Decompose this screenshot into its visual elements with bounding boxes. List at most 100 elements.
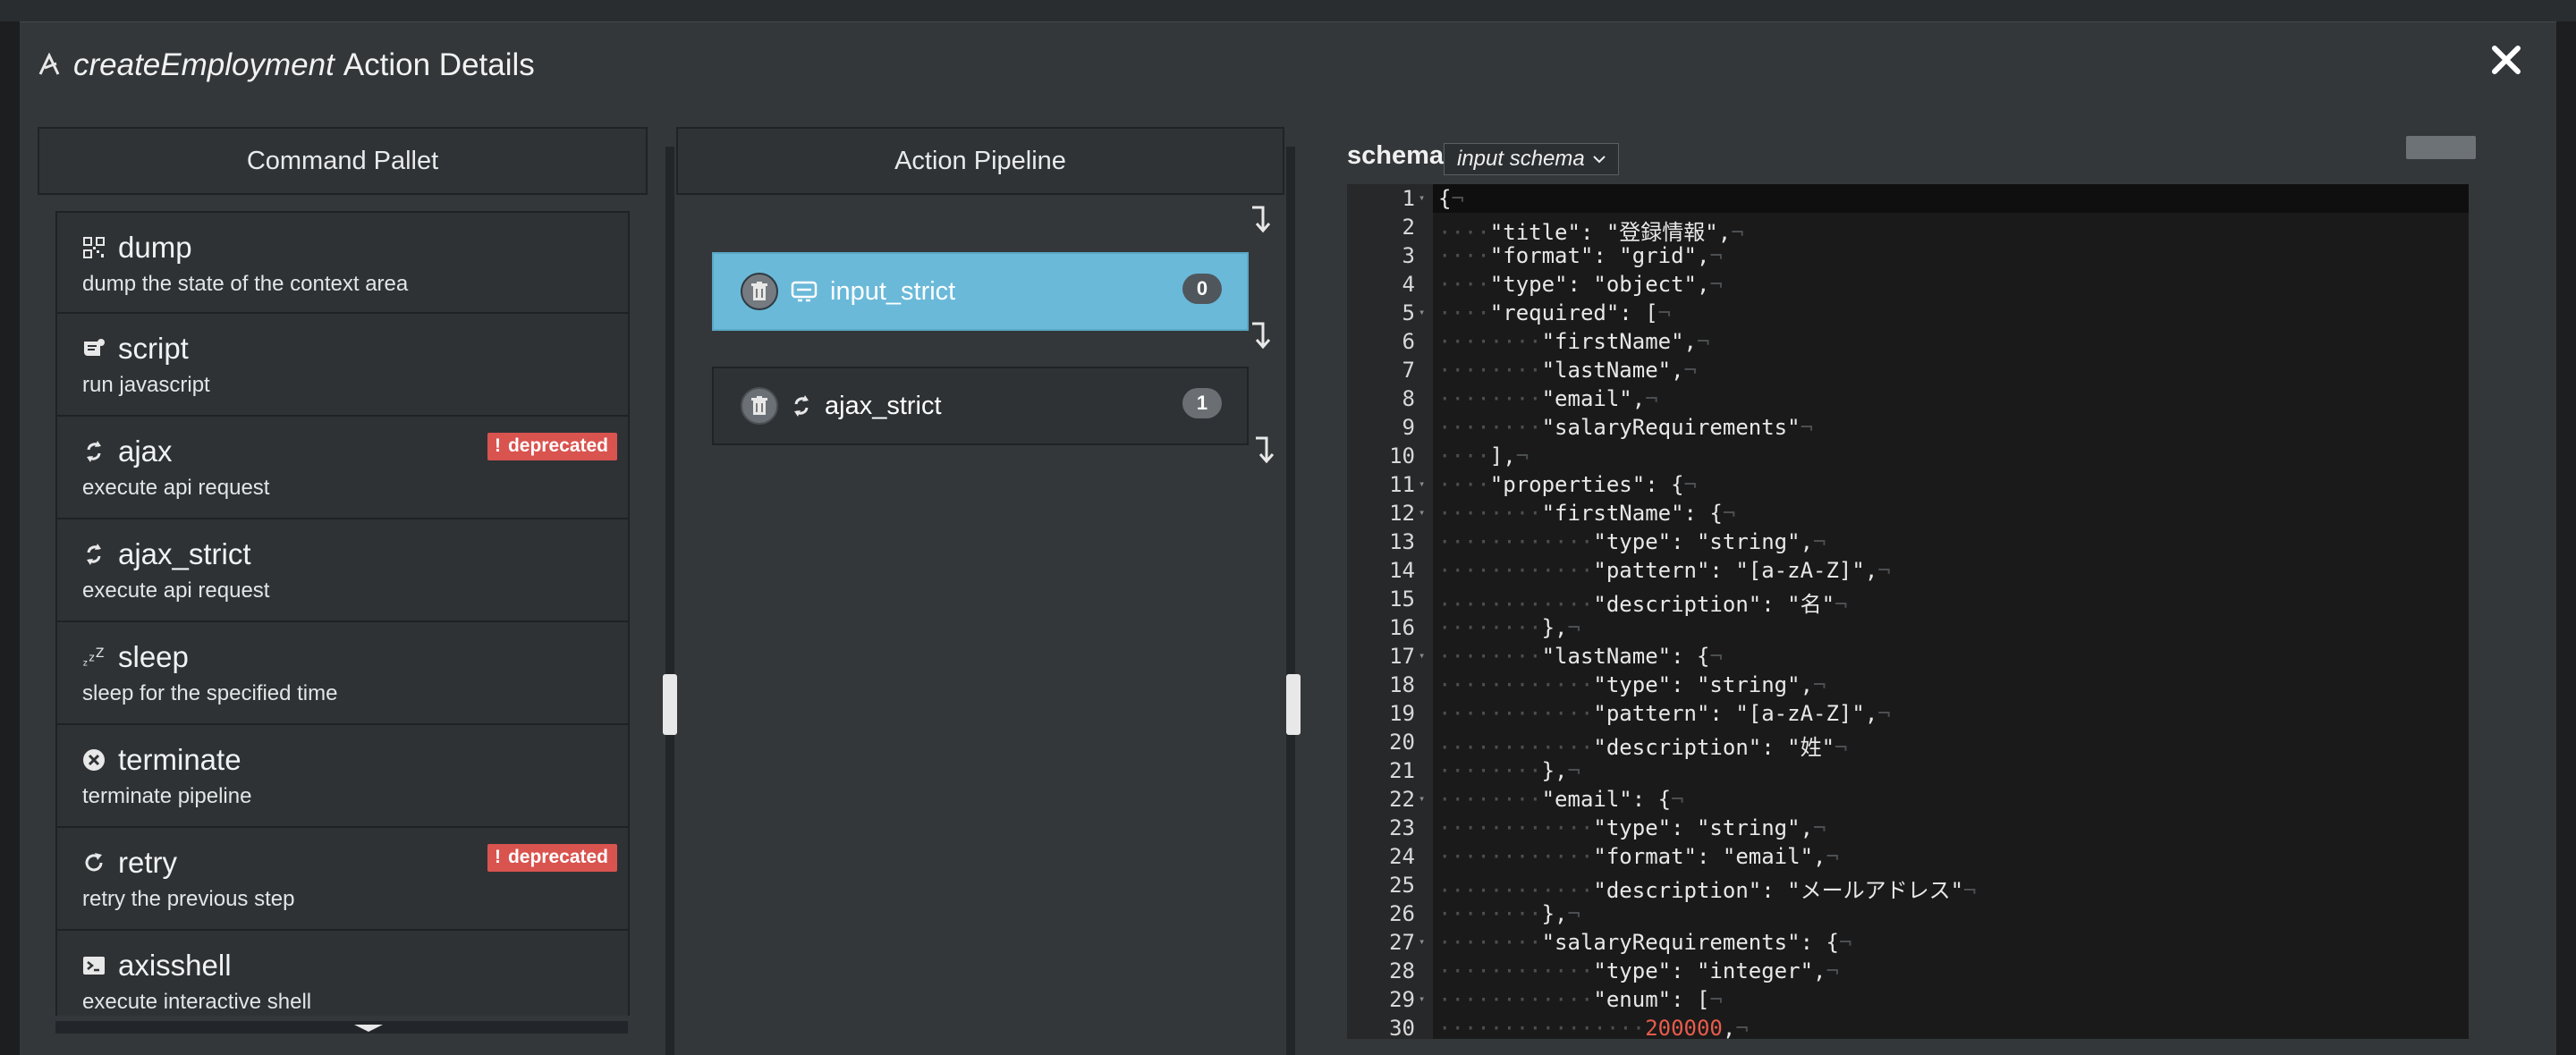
line-number: 3 [1402, 243, 1415, 268]
badge-label: deprecated [507, 435, 608, 456]
command-description: execute api request [82, 578, 270, 603]
command-name: retry [118, 846, 177, 879]
step-index-badge: 1 [1182, 388, 1222, 418]
command-ajax-strict[interactable]: ajax_strictexecute api request [55, 519, 630, 622]
code-line: ········},¬ [1438, 758, 1580, 783]
line-number: 13 [1389, 529, 1415, 554]
line-number: 7 [1402, 358, 1415, 383]
insert-arrow-icon[interactable] [1249, 204, 1270, 234]
schema-type-select[interactable]: input schema [1444, 143, 1619, 175]
line-number: 1 [1402, 186, 1415, 211]
code-line: ············"description": "メールアドレス"¬ [1438, 878, 1977, 903]
line-number: 10 [1389, 443, 1415, 468]
step-index-badge: 0 [1182, 274, 1222, 304]
command-ajax[interactable]: ajax execute api request ! deprecated [55, 417, 630, 519]
command-pallet-header: Command Pallet [38, 127, 648, 195]
fold-toggle-icon[interactable]: ▾ [1419, 506, 1428, 519]
line-number: 16 [1389, 615, 1415, 640]
line-number: 6 [1402, 329, 1415, 354]
delete-step-button[interactable] [741, 273, 778, 310]
code-line: ····"type": "object",¬ [1438, 272, 1723, 297]
line-number: 21 [1389, 758, 1415, 783]
code-line: ····"properties": {¬ [1438, 472, 1697, 497]
code-line: ····"format": "grid",¬ [1438, 243, 1723, 268]
code-line: ····"required": [¬ [1438, 300, 1672, 325]
line-number: 20 [1389, 730, 1415, 755]
code-line: ············"type": "string",¬ [1438, 815, 1826, 840]
delete-step-button[interactable] [741, 387, 778, 425]
line-number: 28 [1389, 958, 1415, 983]
code-line: ········"firstName": {¬ [1438, 501, 1736, 526]
code-line: ············"pattern": "[a-zA-Z]",¬ [1438, 558, 1891, 583]
right-splitter[interactable] [1286, 147, 1301, 1055]
fold-toggle-icon[interactable]: ▾ [1419, 935, 1428, 948]
deprecated-badge: ! deprecated [487, 844, 617, 872]
app-logo-icon [36, 52, 63, 79]
line-number: 24 [1389, 844, 1415, 869]
command-name: ajax_strict [118, 537, 251, 570]
code-line: ····"title": "登録情報",¬ [1438, 220, 1744, 245]
command-description: dump the state of the context area [82, 272, 409, 296]
modal-title: createEmployment Action Details [36, 42, 535, 89]
deprecated-badge: ! deprecated [487, 433, 617, 460]
insert-arrow-icon[interactable] [1249, 320, 1270, 350]
code-line: ············"description": "名"¬ [1438, 592, 1848, 617]
code-line: ········"email": {¬ [1438, 787, 1684, 812]
fold-toggle-icon[interactable]: ▾ [1419, 792, 1428, 805]
command-description: run javascript [82, 373, 210, 397]
command-name: sleep [118, 640, 189, 673]
right-splitter-handle[interactable] [1286, 674, 1301, 735]
command-description: terminate pipeline [82, 784, 252, 808]
line-number: 17 [1389, 644, 1415, 669]
code-line: ············"type": "string",¬ [1438, 529, 1826, 554]
code-line: {¬ [1438, 186, 1464, 211]
line-number: 26 [1389, 901, 1415, 926]
line-number: 14 [1389, 558, 1415, 583]
schema-code-editor[interactable]: 1 ▾ {¬ 2 ····"title": "登録情報",¬ 3 ····"format":… [1347, 184, 2469, 1039]
times-circle-icon [82, 748, 106, 772]
trash-icon [751, 396, 767, 415]
fold-toggle-icon[interactable]: ▾ [1419, 306, 1428, 318]
command-pallet-panel: Command Pallet dump dump the state of the… [38, 127, 648, 1034]
active-line-highlight [1433, 184, 2469, 213]
line-number: 29 [1389, 987, 1415, 1012]
fold-toggle-icon[interactable]: ▾ [1419, 649, 1428, 662]
step-name: ajax_strict [825, 391, 942, 420]
command-script[interactable]: script run javascript [55, 314, 630, 417]
command-list[interactable]: dump dump the state of the context area sc… [55, 211, 630, 1016]
fold-toggle-icon[interactable]: ▾ [1419, 477, 1428, 490]
trash-icon [751, 282, 767, 300]
svg-text:z: z [83, 658, 88, 668]
close-button[interactable] [2485, 38, 2528, 81]
code-line: ········"salaryRequirements": {¬ [1438, 930, 1852, 955]
code-line: ········"lastName": {¬ [1438, 644, 1723, 669]
command-terminate[interactable]: terminate terminate pipeline [55, 725, 630, 828]
code-line: ····],¬ [1438, 443, 1530, 468]
input-icon [791, 281, 818, 302]
code-line: ········"lastName",¬ [1438, 358, 1697, 383]
code-line: ················200000,¬ [1438, 1016, 1749, 1039]
terminal-icon [82, 954, 106, 977]
pipeline-step-input-strict[interactable]: input_strict 0 [712, 252, 1249, 331]
line-number: 19 [1389, 701, 1415, 726]
script-icon [82, 337, 106, 360]
command-sleep[interactable]: z z Zsleep sleep for the specified time [55, 622, 630, 725]
command-name: axisshell [118, 949, 232, 982]
command-axisshell[interactable]: axisshell execute interactive shell [55, 931, 630, 1016]
command-name: ajax [118, 435, 173, 468]
insert-arrow-icon[interactable] [1252, 435, 1274, 465]
badge-label: deprecated [507, 847, 608, 867]
pipeline-step-ajax-strict[interactable]: ajax_strict 1 [712, 367, 1249, 445]
command-description: execute api request [82, 476, 270, 500]
fold-toggle-icon[interactable]: ▾ [1419, 191, 1428, 204]
line-number: 2 [1402, 215, 1415, 240]
fold-toggle-icon[interactable]: ▾ [1419, 992, 1428, 1005]
line-number: 25 [1389, 873, 1415, 898]
step-name: input_strict [830, 276, 956, 306]
line-number: 11 [1389, 472, 1415, 497]
line-number: 15 [1389, 587, 1415, 612]
line-number: 30 [1389, 1016, 1415, 1039]
command-dump[interactable]: dump dump the state of the context area [55, 211, 630, 314]
command-retry[interactable]: retry retry the previous step! deprecated [55, 828, 630, 931]
partially-hidden-button[interactable] [2406, 136, 2476, 159]
